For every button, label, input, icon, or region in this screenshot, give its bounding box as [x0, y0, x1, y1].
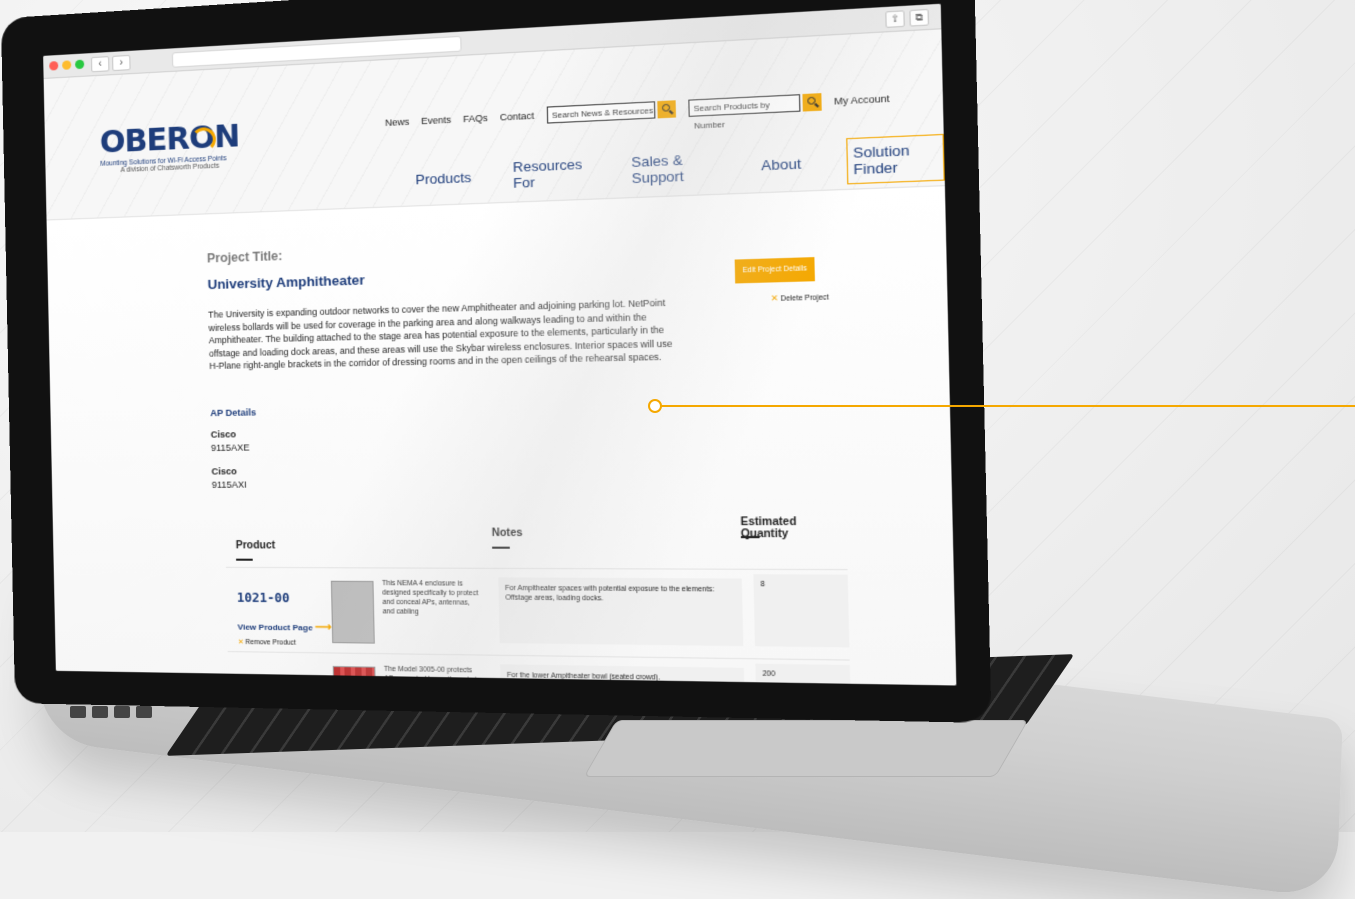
solution-finder-button[interactable]: Solution Finder	[846, 134, 945, 185]
window-controls	[49, 60, 84, 71]
product-image	[333, 666, 377, 686]
product-number: 1021-00	[237, 591, 290, 606]
product-image	[331, 581, 375, 644]
delete-project-link[interactable]: ✕ Delete Project	[770, 292, 828, 303]
utility-link-contact[interactable]: Contact	[500, 110, 535, 122]
my-account-link[interactable]: My Account	[834, 93, 890, 107]
chevron-left-icon[interactable]: ‹	[91, 56, 109, 72]
ap-item: Cisco 9115AXI	[211, 459, 951, 492]
quantity-field[interactable]: 200	[755, 664, 851, 686]
callout-line	[656, 405, 1355, 407]
notes-field[interactable]: For Ampitheater spaces with potential ex…	[498, 577, 743, 646]
search-icon[interactable]	[802, 93, 821, 111]
laptop-trackpad	[584, 720, 1029, 777]
ap-item: Cisco 9115AXE	[211, 418, 951, 454]
project-description: The University is expanding outdoor netw…	[208, 296, 677, 373]
edit-project-button[interactable]: Edit Project Details	[735, 257, 815, 283]
arrow-right-icon: ⟶	[315, 621, 332, 634]
share-icon[interactable]: ⇪	[885, 10, 905, 28]
browser-window: ‹ › ⇪ ⧉ OBERON Mounting Solutions for Wi…	[43, 4, 956, 686]
nav-sales-support[interactable]: Sales & Support	[631, 150, 717, 186]
utility-link-events[interactable]: Events	[421, 114, 451, 126]
product-number: 3005-00	[239, 675, 292, 686]
remove-product-link[interactable]: ✕ Remove Product	[238, 638, 296, 647]
view-product-link[interactable]: View Product Page ⟶	[237, 619, 332, 633]
nav-about[interactable]: About	[761, 155, 801, 173]
close-icon: ✕	[238, 639, 244, 646]
logo-wordmark: OBERON	[100, 122, 240, 159]
nav-resources-for[interactable]: Resources For	[513, 156, 589, 191]
column-header-notes: Notes	[492, 528, 523, 540]
close-icon: ✕	[770, 293, 778, 303]
quantity-field[interactable]: 8	[753, 574, 849, 647]
search-products-input[interactable]: Search Products by Number	[688, 94, 800, 117]
close-dot[interactable]	[49, 61, 58, 71]
search-news-input[interactable]: Search News & Resources	[546, 101, 655, 123]
oberon-logo[interactable]: OBERON Mounting Solutions for Wi-Fi Acce…	[100, 122, 240, 175]
products-table: Product Notes Estimated Quantity 1021-00…	[225, 521, 847, 522]
tabs-icon[interactable]: ⧉	[909, 9, 929, 27]
column-header-product: Product	[236, 540, 276, 551]
utility-nav: News Events FAQs Contact Search News & R…	[385, 90, 890, 131]
maximize-dot[interactable]	[75, 60, 84, 70]
product-description: The Model 3005-00 protects APs mounted b…	[384, 665, 484, 686]
project-content: Project Title: University Amphitheater T…	[47, 186, 957, 685]
table-row: 1021-00 View Product Page ⟶ ✕ Remove Pro…	[226, 567, 850, 661]
utility-link-news[interactable]: News	[385, 116, 409, 128]
product-description: This NEMA 4 enclosure is designed specif…	[382, 579, 483, 618]
laptop-screen-bezel: ‹ › ⇪ ⧉ OBERON Mounting Solutions for Wi…	[1, 0, 992, 723]
minimize-dot[interactable]	[62, 60, 71, 70]
notes-field[interactable]: For the lower Ampitheater bowl (seated c…	[500, 664, 745, 685]
callout-dot	[648, 399, 662, 413]
laptop-ports	[70, 706, 152, 718]
chevron-right-icon[interactable]: ›	[112, 55, 130, 71]
search-icon[interactable]	[657, 100, 676, 118]
utility-link-faqs[interactable]: FAQs	[463, 113, 488, 125]
nav-products[interactable]: Products	[415, 169, 471, 187]
